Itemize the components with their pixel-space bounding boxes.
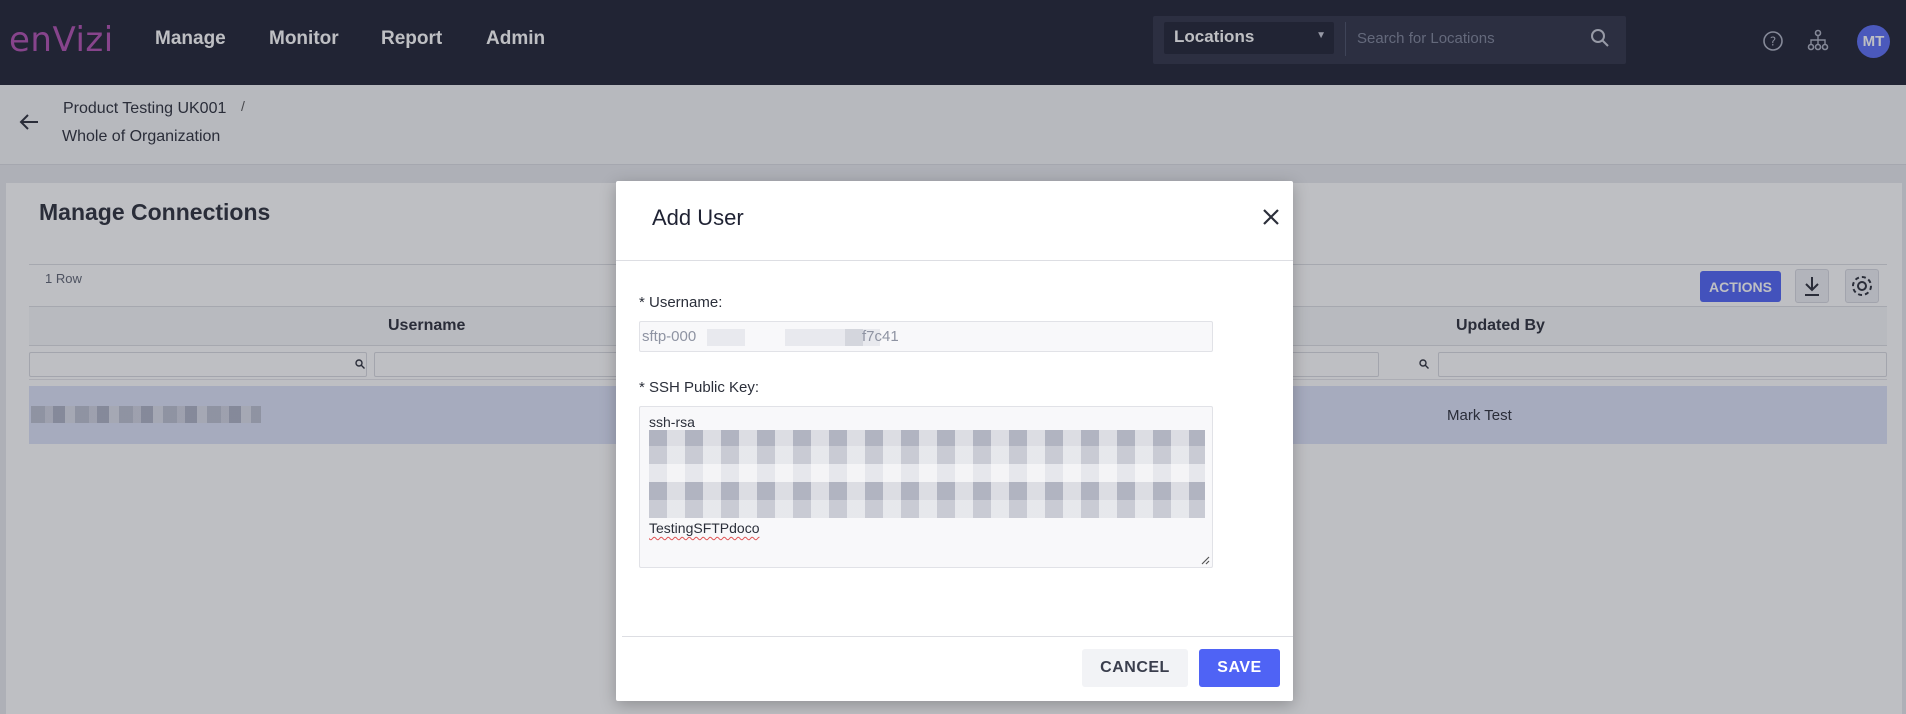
cancel-button[interactable]: CANCEL — [1082, 649, 1188, 687]
ssh-key-textarea[interactable]: ssh-rsa TestingSFTPdoco — [639, 406, 1213, 568]
username-suffix: f7c41 — [862, 328, 899, 345]
redacted-segment — [845, 329, 863, 346]
add-user-dialog: Add User * Username: sftp-000 f7c41 * SS… — [616, 181, 1293, 701]
save-button[interactable]: SAVE — [1199, 649, 1280, 687]
ssh-key-label: * SSH Public Key: — [639, 379, 760, 396]
redacted-segment — [707, 329, 745, 346]
ssh-key-comment: TestingSFTPdoco — [649, 520, 760, 536]
resize-grip-icon[interactable] — [1200, 555, 1210, 565]
dialog-title: Add User — [652, 205, 744, 230]
close-icon[interactable] — [1259, 205, 1283, 229]
username-label: * Username: — [639, 294, 723, 311]
ssh-key-type: ssh-rsa — [649, 414, 695, 430]
username-prefix: sftp-000 — [642, 328, 697, 345]
username-field[interactable]: sftp-000 f7c41 — [639, 321, 1213, 352]
redacted-key-body — [649, 430, 1205, 518]
dialog-header-divider — [616, 260, 1293, 261]
dialog-footer-divider — [622, 636, 1293, 637]
